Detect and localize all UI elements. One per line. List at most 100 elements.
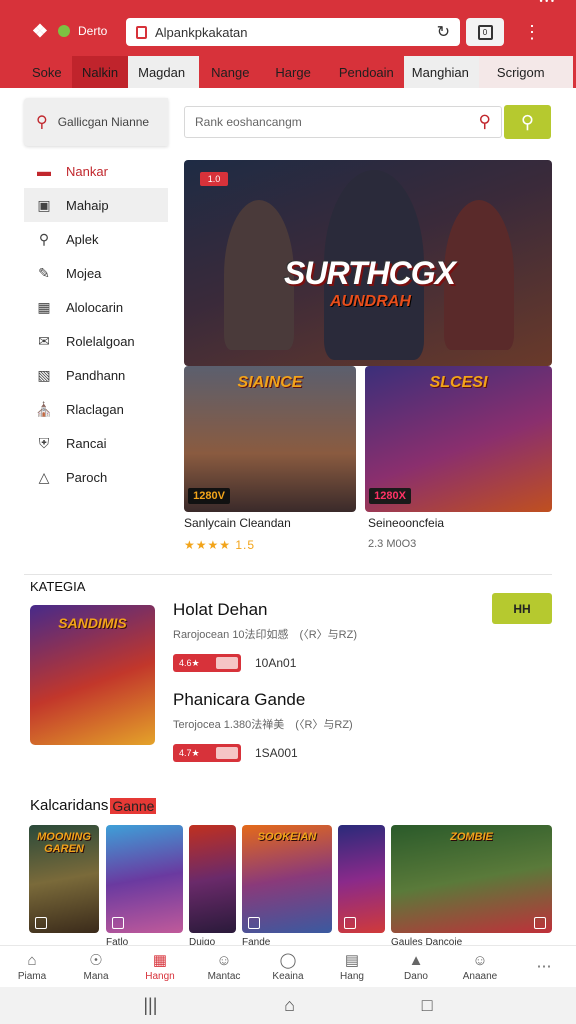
card-caption-2[interactable]: Seineooncfeia [368, 516, 444, 530]
main-search-input[interactable]: Rank eoshancangm ⚲ [184, 106, 502, 138]
pen-icon: ✎ [38, 264, 50, 281]
bottom-nav-label: Dano [404, 971, 428, 982]
card-art-title: SIAINCE [237, 374, 303, 391]
kategia-image[interactable]: SANDIMIS [30, 605, 155, 745]
url-bar[interactable]: Alpankpkakatan ↻ [126, 18, 460, 46]
sidebar-item-label: Rlaclagan [66, 401, 124, 417]
building-icon: ⛪ [35, 400, 53, 417]
nav-tab-5[interactable]: Pendoain [321, 56, 404, 88]
window-icon: ▣ [37, 196, 51, 213]
page-icon [136, 25, 147, 39]
kategia-item-1[interactable]: Holat Dehan Rarojocean 10法印如感 (〈R〉与RZ) 4… [173, 600, 357, 672]
sidebar-item-label: Paroch [66, 469, 108, 485]
bottom-nav-item-3[interactable]: ☺ Mantac [192, 946, 256, 987]
sidebar-search[interactable]: ⚲ Gallicgan Nianne [24, 98, 168, 146]
book-icon: ▤ [344, 952, 360, 969]
system-nav-bar: ||| ⌂ □ [0, 987, 576, 1024]
game-card-2[interactable]: SLCESI 1280X [365, 366, 552, 512]
kategia-item-name: Phanicara Gande [173, 690, 306, 709]
section-title-games: Kalcaridans Ganne [30, 797, 157, 814]
kategia-item-desc: Rarojocean 10法印如感 (〈R〉与RZ) [173, 629, 357, 641]
more-icon: ⋯ [536, 957, 552, 975]
bottom-nav-item-8[interactable]: ⋯ [512, 946, 576, 987]
app-screen: • • • ❖ Derto Alpankpkakatan ↻ 0 ⋮ Soke … [0, 0, 576, 1024]
nav-tab-7[interactable]: Scrigom [478, 56, 573, 88]
nav-tab-3[interactable]: Nange [199, 56, 259, 88]
brand-dot-icon [58, 25, 70, 37]
card-caption-1[interactable]: Sanlycain Cleandan [184, 516, 291, 530]
sidebar-item-9[interactable]: △ Paroch [24, 460, 168, 494]
inbox-icon: ▲ [408, 951, 424, 969]
sidebar-item-6[interactable]: ▧ Pandhann [24, 358, 168, 392]
sidebar-search-label: Gallicgan Nianne [57, 115, 150, 129]
hero-subtitle: AUNDRAH [330, 293, 411, 310]
category-nav: Soke Nalkin Magdan Nange Harge Pendoain … [0, 56, 576, 88]
home-icon[interactable]: ⌂ [284, 995, 295, 1016]
game-thumb-2[interactable] [106, 825, 183, 933]
bottom-nav-item-6[interactable]: ▲ Dano [384, 946, 448, 987]
search-icon: ⚲ [520, 111, 535, 132]
sidebar-item-7[interactable]: ⛪ Rlaclagan [24, 392, 168, 426]
sidebar-item-0[interactable]: ▬ Nankar [24, 154, 168, 188]
chat-icon: ◯ [279, 952, 297, 969]
thumb-title: MOONING GAREN [37, 831, 91, 855]
bottom-nav-item-1[interactable]: ☉ Mana [64, 946, 128, 987]
kategia-item-2[interactable]: Phanicara Gande Terojocea 1.380法禅美 (〈R〉与… [173, 690, 353, 762]
hero-title: SURTHCGX [284, 255, 456, 291]
bottom-nav-label: Mantac [207, 971, 241, 982]
bottom-nav-item-4[interactable]: ◯ Keaina [256, 946, 320, 987]
game-thumb-1[interactable]: MOONING GAREN [29, 825, 99, 933]
section-title-kategia: KATEGIA [30, 579, 86, 594]
brand[interactable]: ❖ Derto [30, 20, 107, 42]
bottom-nav: ⌂ Piama ☉ Mana ▦ Hangn ☺ Mantac ◯ Keaina ▤ Han… [0, 945, 576, 987]
sidebar-item-4[interactable]: ▦ Alolocarin [24, 290, 168, 324]
bottom-nav-item-2[interactable]: ▦ Hangn [128, 946, 192, 987]
brand-name: Derto [78, 24, 108, 38]
thumb-title: SOOKEIAN [257, 831, 317, 843]
recents-icon[interactable]: ||| [143, 995, 157, 1016]
card-rating-1: ★★★★ 1.5 [184, 538, 256, 552]
overview-icon[interactable]: □ [422, 995, 433, 1016]
card-badge: 1280V [188, 488, 230, 504]
thumb-corner-icon [112, 917, 124, 929]
game-thumb-4[interactable]: SOOKEIAN [242, 825, 332, 933]
sidebar-item-2[interactable]: ⚲ Aplek [24, 222, 168, 256]
kategia-item-count: 10An01 [255, 656, 297, 670]
nav-tab-0[interactable]: Soke [0, 56, 62, 88]
bottom-nav-label: Hangn [145, 971, 175, 982]
sidebar-item-5[interactable]: ✉ Rolelalgoan [24, 324, 168, 358]
game-thumb-3[interactable] [189, 825, 236, 933]
nav-tab-4[interactable]: Harge [259, 56, 320, 88]
section-title-highlight: Ganne [110, 797, 157, 814]
thumb-title: ZOMBIE [450, 831, 493, 843]
sidebar-item-3[interactable]: ✎ Mojea [24, 256, 168, 290]
people-icon: ☺ [216, 951, 232, 969]
bottom-nav-item-7[interactable]: ☺ Anaane [448, 946, 512, 987]
tabs-button[interactable]: 0 [466, 18, 504, 46]
game-thumb-6[interactable]: ZOMBIE [391, 825, 552, 933]
flag-icon: ▬ [37, 163, 51, 179]
card-meta-2: 2.3 M0O3 [368, 538, 417, 550]
bottom-nav-label: Hang [340, 971, 364, 982]
tabs-icon: 0 [477, 24, 493, 40]
nav-tab-2[interactable]: Magdan [128, 56, 200, 88]
kategia-item-row: 4.6★ 10An01 [173, 654, 357, 672]
search-button[interactable]: ⚲ [504, 105, 551, 139]
sidebar-item-label: Mojea [66, 265, 102, 281]
hero-banner[interactable]: 1.0 SURTHCGX AUNDRAH [184, 160, 552, 366]
nav-tab-1[interactable]: Nalkin [72, 56, 129, 88]
game-card-1[interactable]: SIAINCE 1280V [184, 366, 356, 512]
game-thumb-5[interactable] [338, 825, 385, 933]
sidebar-item-label: Nankar [66, 163, 108, 179]
bottom-nav-item-5[interactable]: ▤ Hang [320, 946, 384, 987]
url-text: Alpankpkakatan [155, 24, 248, 40]
sidebar-item-8[interactable]: ⛨ Rancai [24, 426, 168, 460]
sidebar-item-1[interactable]: ▣ Mahaip [24, 188, 168, 222]
overflow-menu-icon[interactable]: ⋮ [520, 18, 544, 46]
bottom-nav-item-0[interactable]: ⌂ Piama [0, 946, 64, 987]
status-line: • • • [0, 0, 576, 8]
reload-icon[interactable]: ↻ [437, 22, 450, 42]
kategia-action-button[interactable]: HH [492, 593, 552, 624]
nav-tab-6[interactable]: Manghian [403, 56, 479, 88]
app-logo-icon: ❖ [31, 20, 49, 41]
